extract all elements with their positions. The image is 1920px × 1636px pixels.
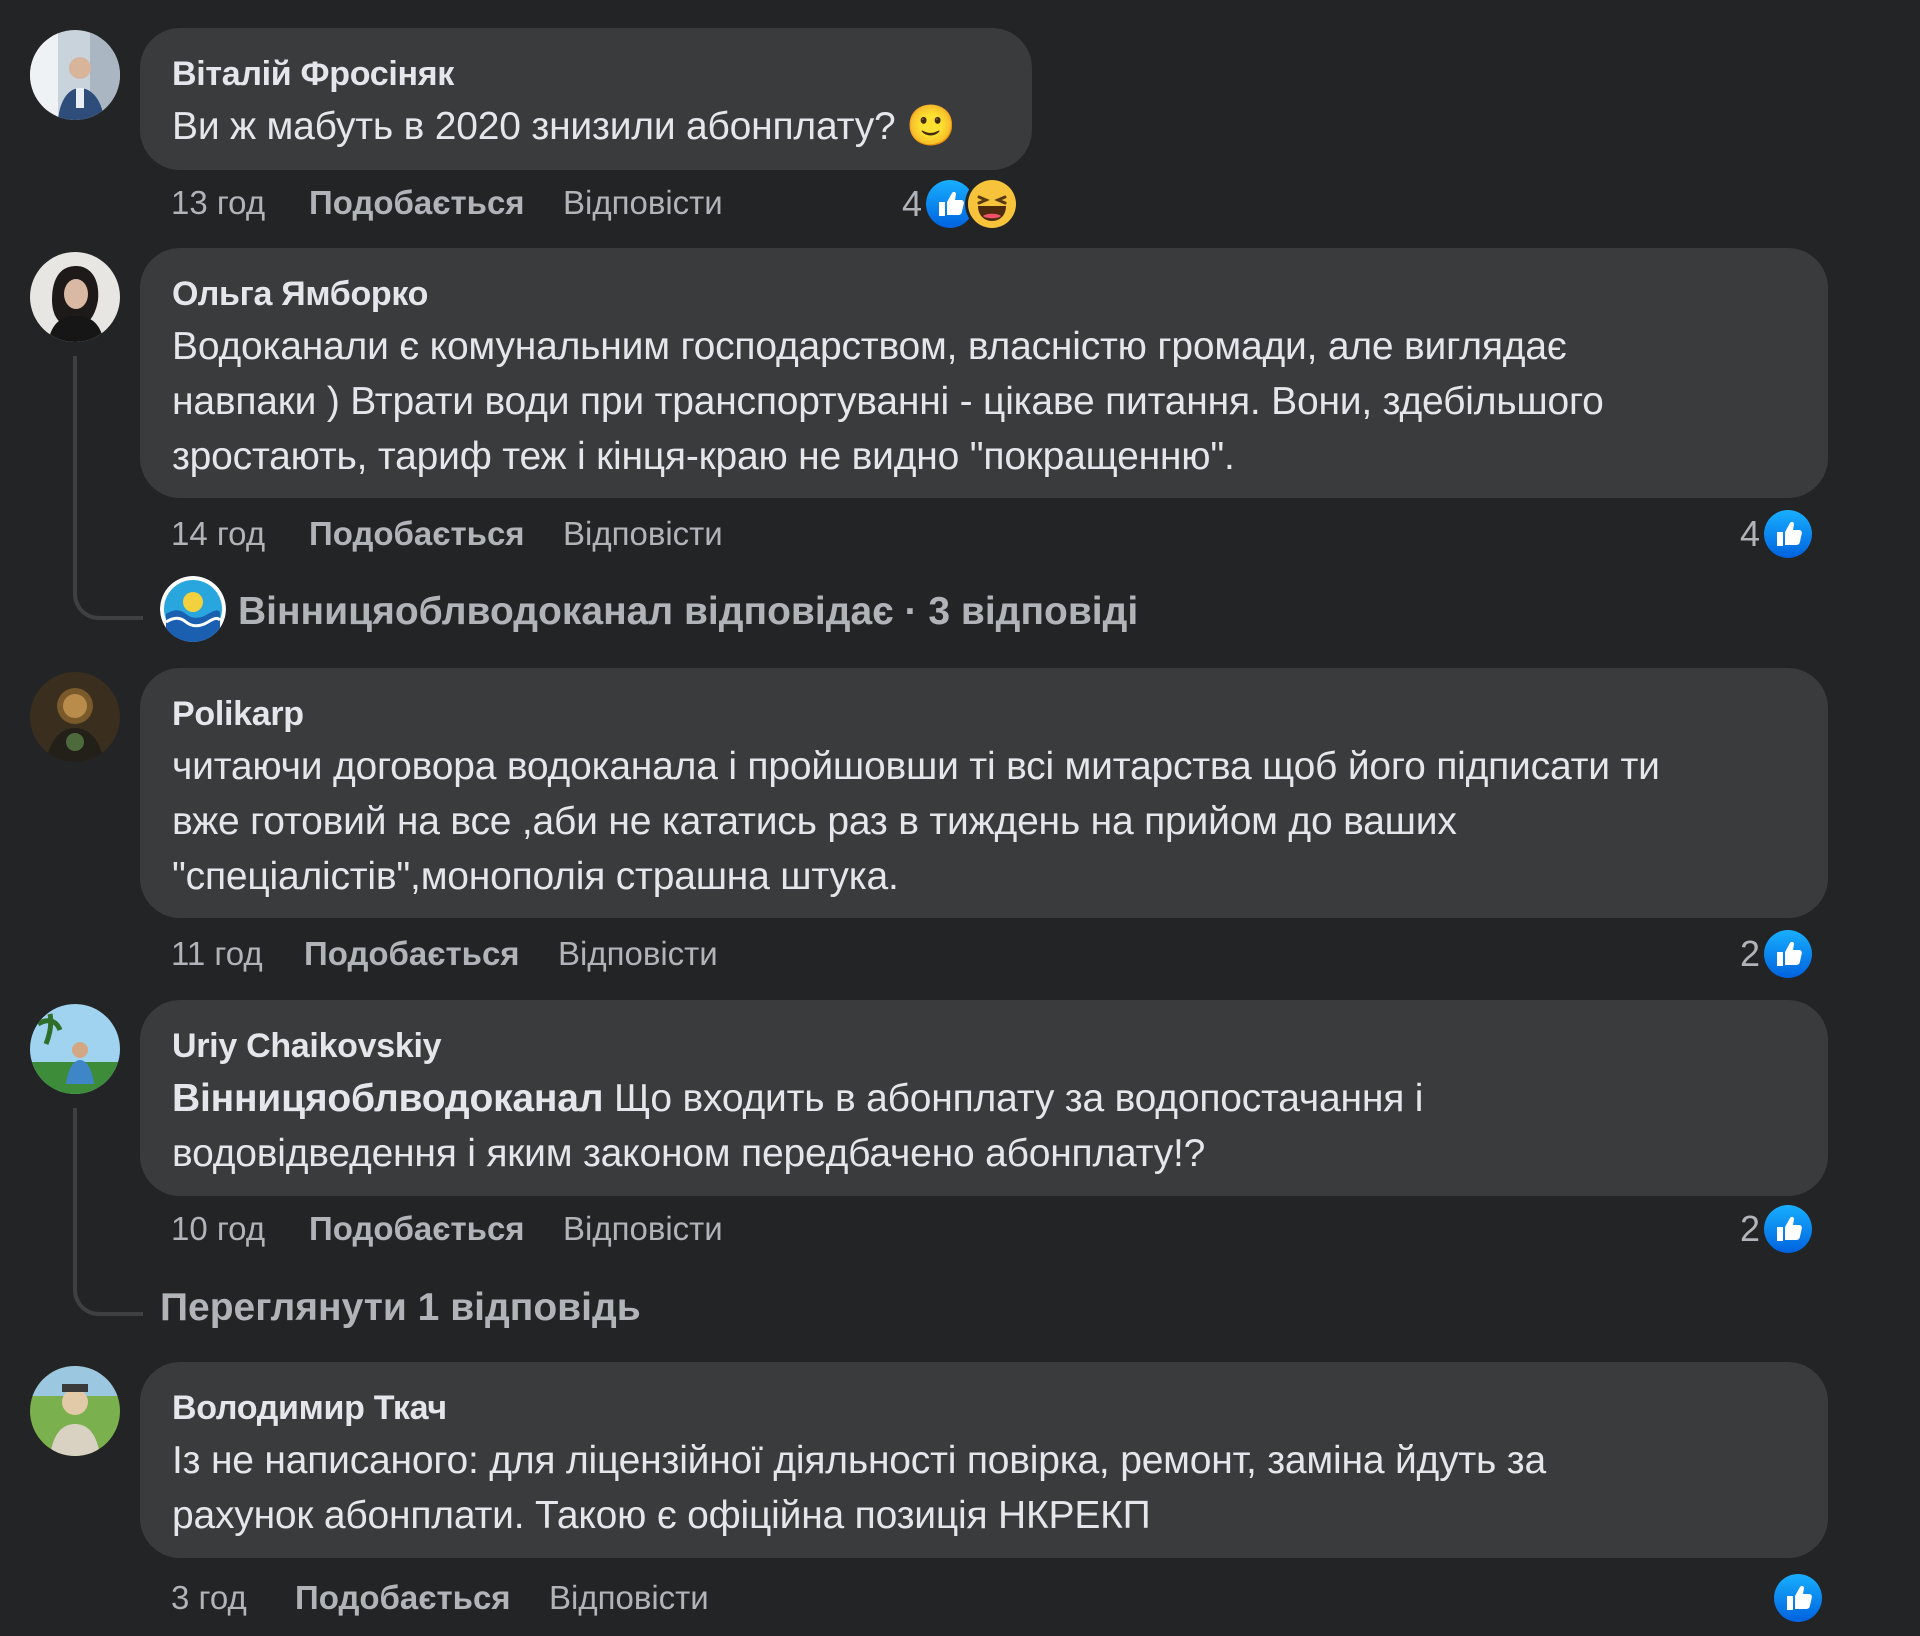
view-replies-link[interactable]: Вінницяоблводоканал відповідає · 3 відпо… [238, 588, 1138, 636]
reaction-count: 4 [1740, 513, 1761, 554]
comment-bubble: Володимир Ткач Із не написаного: для ліц… [140, 1362, 1828, 1558]
avatar[interactable] [30, 1004, 120, 1094]
smile-emoji-icon: 🙂 [906, 104, 956, 148]
reaction-summary[interactable]: 4 [1740, 508, 1812, 560]
like-icon [1774, 1574, 1822, 1622]
reaction-count: 2 [1740, 933, 1761, 974]
reaction-summary[interactable]: 2 [1740, 1203, 1812, 1255]
comment-text-line: рахунок абонплати. Такою є офіційна пози… [172, 1494, 1151, 1537]
like-button[interactable]: Подобається [295, 1578, 511, 1618]
like-icon [1764, 930, 1812, 978]
mention-link[interactable]: Вінницяоблводоканал [172, 1077, 604, 1120]
comment-text: Вінницяоблводоканал Що входить в абонпла… [172, 1071, 1796, 1181]
comment-time[interactable]: 11 год [171, 934, 263, 974]
like-icon [926, 180, 974, 228]
comment-text: Водоканали є комунальним господарством, … [172, 319, 1796, 484]
like-button[interactable]: Подобається [309, 514, 525, 554]
avatar[interactable] [30, 252, 120, 342]
comment-time[interactable]: 10 год [171, 1209, 265, 1249]
comment-text-line: "спеціалістів",монополія страшна штука. [172, 855, 899, 898]
reaction-summary[interactable]: 4 [902, 178, 1016, 230]
thread-connector [73, 1108, 143, 1316]
reaction-summary[interactable] [1774, 1572, 1822, 1624]
comment-text: Із не написаного: для ліцензійної діяльн… [172, 1433, 1796, 1543]
reply-button[interactable]: Відповісти [563, 1209, 723, 1249]
comment-author[interactable]: Ольга Ямборко [172, 274, 1796, 314]
like-icon [1764, 1205, 1812, 1253]
thread-connector [73, 356, 143, 620]
page-logo-icon [160, 576, 226, 642]
comment-bubble: Віталій Фросіняк Ви ж мабуть в 2020 зниз… [140, 28, 1032, 170]
reaction-summary[interactable]: 2 [1740, 928, 1812, 980]
comment-text-line: Водоканали є комунальним господарством, … [172, 325, 1567, 368]
comment-text: Ви ж мабуть в 2020 знизили абонплату? 🙂 [172, 104, 956, 148]
avatar[interactable] [30, 30, 120, 120]
avatar[interactable] [30, 1366, 120, 1456]
comment-text-line: читаючи договора водоканала і пройшовши … [172, 745, 1660, 788]
comment-time[interactable]: 14 год [171, 514, 265, 554]
comment-time[interactable]: 3 год [171, 1578, 247, 1618]
like-button[interactable]: Подобається [309, 1209, 525, 1249]
comment-author[interactable]: Polikarp [172, 694, 1796, 734]
comment-author[interactable]: Uriy Chaikovskiy [172, 1026, 1796, 1066]
like-button[interactable]: Подобається [304, 934, 520, 974]
comment-bubble: Uriy Chaikovskiy Вінницяоблводоканал Що … [140, 1000, 1828, 1196]
comment-text-line: вже готовий на все ,аби не кататись раз … [172, 800, 1457, 843]
comment-text-line: водовідведення і яким законом передбачен… [172, 1132, 1206, 1175]
comment-bubble: Ольга Ямборко Водоканали є комунальним г… [140, 248, 1828, 498]
comment-bubble: Polikarp читаючи договора водоканала і п… [140, 668, 1828, 918]
like-button[interactable]: Подобається [309, 183, 525, 223]
reaction-count: 2 [1740, 1208, 1761, 1249]
comment-text-line: Із не написаного: для ліцензійної діяльн… [172, 1439, 1546, 1482]
comment-author[interactable]: Володимир Ткач [172, 1388, 1796, 1428]
comment-text-line: зростають, тариф теж і кінця-краю не вид… [172, 435, 1235, 478]
reply-button[interactable]: Відповісти [558, 934, 718, 974]
like-icon [1764, 510, 1812, 558]
avatar[interactable] [30, 672, 120, 762]
comment-text: читаючи договора водоканала і пройшовши … [172, 739, 1796, 904]
haha-icon [968, 180, 1016, 228]
comment-author[interactable]: Віталій Фросіняк [172, 54, 1000, 94]
reply-button[interactable]: Відповісти [549, 1578, 709, 1618]
comment-text-line: навпаки ) Втрати води при транспортуванн… [172, 380, 1604, 423]
reaction-count: 4 [902, 183, 923, 224]
reply-button[interactable]: Відповісти [563, 514, 723, 554]
comment-time[interactable]: 13 год [171, 183, 265, 223]
reply-button[interactable]: Відповісти [563, 183, 723, 223]
view-replies-link[interactable]: Переглянути 1 відповідь [160, 1284, 641, 1332]
